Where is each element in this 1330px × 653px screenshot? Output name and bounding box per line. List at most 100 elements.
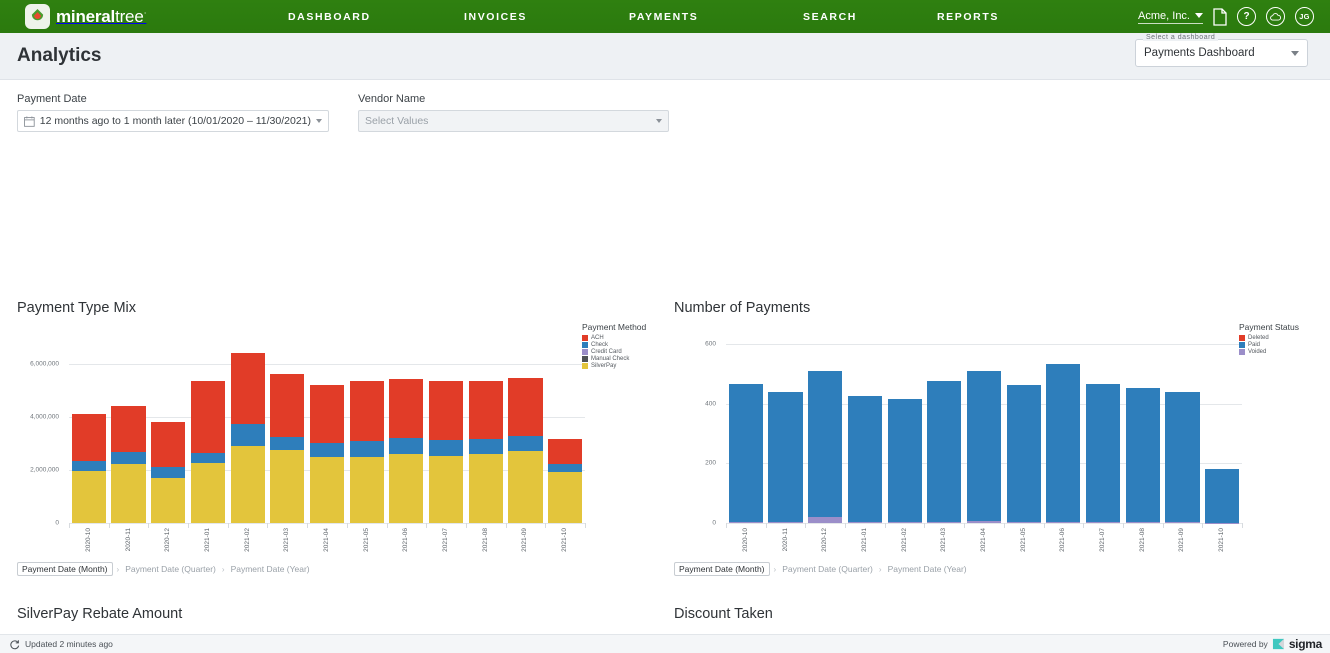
bar-segment[interactable]: [848, 396, 882, 523]
legend-swatch: [1239, 349, 1245, 355]
bar-segment[interactable]: [72, 471, 106, 523]
vendor-name-input[interactable]: Select Values: [358, 110, 669, 132]
legend-item[interactable]: ACH: [582, 335, 646, 341]
bar-segment[interactable]: [151, 422, 185, 467]
bar-segment[interactable]: [508, 451, 542, 523]
nav-search[interactable]: SEARCH: [803, 11, 857, 23]
bar-segment[interactable]: [1205, 469, 1239, 522]
bar-segment[interactable]: [729, 384, 763, 522]
bar-segment[interactable]: [548, 439, 582, 464]
bar-segment[interactable]: [508, 436, 542, 451]
nav-reports[interactable]: REPORTS: [937, 11, 999, 23]
legend-item[interactable]: Voided: [1239, 349, 1299, 355]
chart-plot-number-of-payments[interactable]: 0200400600: [674, 338, 1319, 523]
legend-title: Payment Status: [1239, 322, 1299, 332]
bar-segment[interactable]: [508, 378, 542, 436]
filter-payment-date: Payment Date 12 months ago to 1 month la…: [17, 93, 329, 132]
cloud-icon[interactable]: [1266, 7, 1285, 26]
bar-segment[interactable]: [768, 392, 802, 522]
bar-segment[interactable]: [469, 454, 503, 523]
bar-segment[interactable]: [72, 414, 106, 461]
bar-segment[interactable]: [808, 371, 842, 518]
bar-segment[interactable]: [310, 457, 344, 523]
bar-segment[interactable]: [888, 399, 922, 522]
refresh-icon[interactable]: [9, 639, 20, 650]
breadcrumb-active[interactable]: Payment Date (Month): [674, 562, 770, 576]
breadcrumb-quarter[interactable]: Payment Date (Quarter): [780, 563, 875, 575]
x-axis-tick-label: 2021-07: [442, 528, 449, 552]
document-icon[interactable]: [1213, 8, 1227, 26]
nav-dashboard[interactable]: DASHBOARD: [288, 11, 371, 23]
bar-segment[interactable]: [469, 381, 503, 439]
bar-segment[interactable]: [151, 467, 185, 478]
bar-segment[interactable]: [350, 457, 384, 523]
bar-segment[interactable]: [1165, 392, 1199, 522]
bar-segment[interactable]: [270, 437, 304, 450]
legend-item[interactable]: Deleted: [1239, 335, 1299, 341]
bar-segment[interactable]: [350, 441, 384, 457]
bar-segment[interactable]: [350, 381, 384, 441]
bar-segment[interactable]: [231, 424, 265, 446]
legend-item[interactable]: Paid: [1239, 342, 1299, 348]
bar-segment[interactable]: [191, 453, 225, 463]
gridline: [726, 344, 1242, 345]
page-title: Analytics: [17, 45, 101, 67]
legend-label: SilverPay: [591, 363, 616, 369]
nav-invoices[interactable]: INVOICES: [464, 11, 527, 23]
bar-segment[interactable]: [1086, 384, 1120, 522]
legend-label: Check: [591, 342, 608, 348]
bar-segment[interactable]: [1046, 364, 1080, 522]
bar-segment[interactable]: [191, 463, 225, 523]
bar-segment[interactable]: [270, 450, 304, 523]
payment-date-input[interactable]: 12 months ago to 1 month later (10/01/20…: [17, 110, 329, 132]
bar-segment[interactable]: [429, 440, 463, 456]
bar-segment[interactable]: [231, 446, 265, 523]
dashboard-select[interactable]: Select a dashboard Payments Dashboard: [1135, 39, 1308, 67]
breadcrumb-quarter[interactable]: Payment Date (Quarter): [123, 563, 218, 575]
x-axis-tick: [228, 523, 229, 528]
x-axis-tick-label: 2021-01: [861, 528, 868, 552]
bar-segment[interactable]: [231, 353, 265, 424]
legend-swatch: [582, 335, 588, 341]
bar-segment[interactable]: [389, 454, 423, 523]
brand-logo[interactable]: mineraltree·: [25, 4, 146, 29]
chart-plot-payment-type-mix[interactable]: 02,000,0004,000,0006,000,000: [17, 338, 662, 523]
bar-segment[interactable]: [111, 464, 145, 523]
bar-segment[interactable]: [548, 464, 582, 472]
bar-segment[interactable]: [191, 381, 225, 453]
updated-text: Updated 2 minutes ago: [25, 639, 113, 649]
bar-segment[interactable]: [111, 452, 145, 464]
x-axis-tick-label: 2020-12: [821, 528, 828, 552]
breadcrumb-payment-type-mix: Payment Date (Month) › Payment Date (Qua…: [17, 562, 312, 576]
bar-segment[interactable]: [967, 371, 1001, 521]
bar-segment[interactable]: [389, 379, 423, 438]
nav-payments[interactable]: PAYMENTS: [629, 11, 698, 23]
legend-item[interactable]: Credit Card: [582, 349, 646, 355]
x-axis-tick: [805, 523, 806, 528]
bar-segment[interactable]: [1126, 388, 1160, 522]
bar-segment[interactable]: [548, 472, 582, 523]
legend-item[interactable]: SilverPay: [582, 363, 646, 369]
bar-segment[interactable]: [270, 374, 304, 437]
breadcrumb-active[interactable]: Payment Date (Month): [17, 562, 113, 576]
bar-segment[interactable]: [151, 478, 185, 523]
org-switcher[interactable]: Acme, Inc.: [1138, 10, 1203, 24]
bar-segment[interactable]: [310, 385, 344, 443]
bar-segment[interactable]: [927, 381, 961, 522]
bar-segment[interactable]: [111, 406, 145, 453]
avatar[interactable]: JG: [1295, 7, 1314, 26]
bar-segment[interactable]: [310, 443, 344, 458]
bar-segment[interactable]: [1007, 385, 1041, 522]
powered-by[interactable]: Powered by sigma: [1223, 637, 1322, 651]
bar-segment[interactable]: [469, 439, 503, 454]
bar-segment[interactable]: [429, 381, 463, 440]
breadcrumb-year[interactable]: Payment Date (Year): [229, 563, 312, 575]
bar-segment[interactable]: [72, 461, 106, 471]
legend-item[interactable]: Check: [582, 342, 646, 348]
legend-item[interactable]: Manual Check: [582, 356, 646, 362]
help-icon[interactable]: ?: [1237, 7, 1256, 26]
bar-segment[interactable]: [389, 438, 423, 454]
bar-segment[interactable]: [429, 456, 463, 523]
breadcrumb-year[interactable]: Payment Date (Year): [886, 563, 969, 575]
chevron-down-icon: [1291, 51, 1299, 56]
